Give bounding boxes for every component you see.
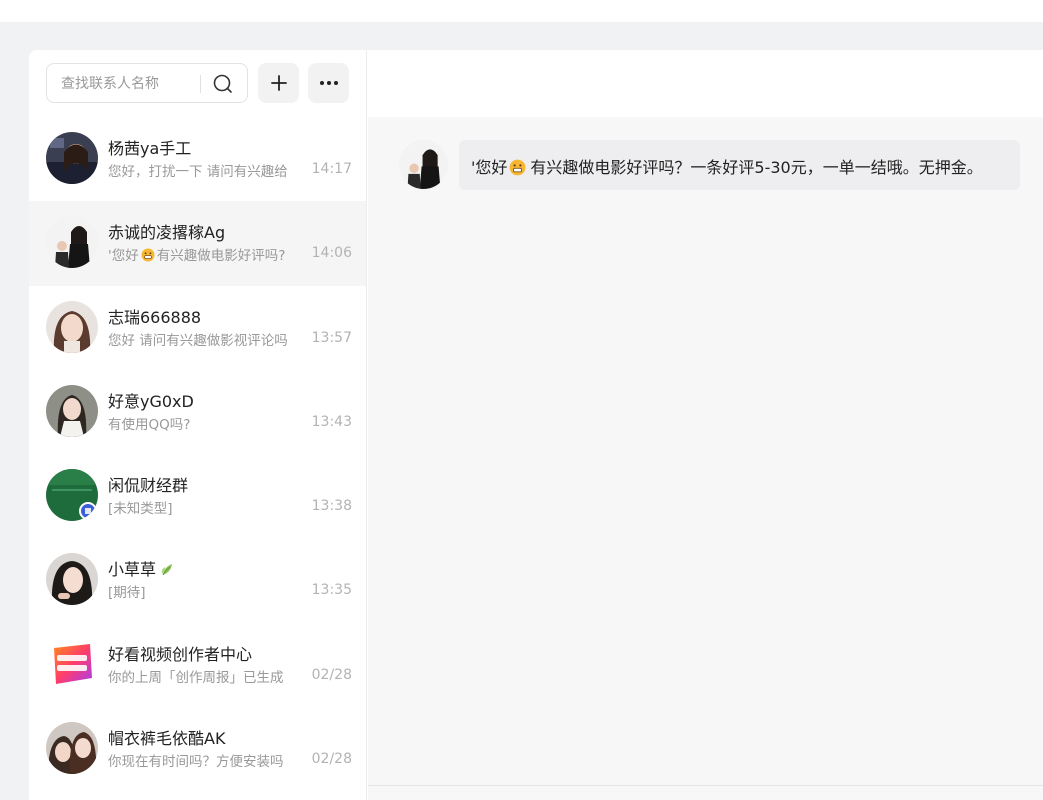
- add-button[interactable]: [258, 63, 299, 103]
- conversation-item[interactable]: 志瑞666888 您好 请问有兴趣做影视评论吗 13:57: [29, 286, 366, 370]
- message-preview: '您好 有兴趣做电影好评吗?: [108, 244, 298, 264]
- contact-name: 好看视频创作者中心: [108, 644, 253, 664]
- sender-avatar[interactable]: [399, 140, 448, 189]
- search-input[interactable]: [61, 73, 191, 95]
- message-time: 14:17: [311, 161, 352, 177]
- more-dots-icon: [319, 81, 338, 85]
- message-preview: [期待]: [108, 585, 146, 602]
- contact-name: 闲侃财经群: [108, 476, 189, 496]
- contact-name: 赤诚的凌撂稼Ag: [108, 223, 226, 243]
- message-text-after: 有兴趣做电影好评吗？一条好评5-30元，一单一结哦。无押金。: [530, 158, 983, 177]
- message-time: 13:57: [311, 329, 352, 346]
- leaf-icon: [161, 564, 173, 576]
- message-time: 14:06: [311, 245, 352, 262]
- avatar: [46, 132, 98, 184]
- top-bar: [0, 0, 1043, 22]
- avatar: [46, 722, 98, 775]
- conversation-item[interactable]: 赤诚的凌撂稼Ag '您好 有兴趣做电影好评吗? 14:06: [29, 201, 366, 286]
- avatar: [46, 638, 98, 690]
- avatar: [46, 469, 98, 522]
- avatar: [46, 553, 98, 606]
- message-text-before: '您好: [471, 158, 508, 177]
- grinning-emoji-icon: [510, 159, 526, 176]
- avatar: [46, 216, 98, 269]
- more-button[interactable]: [308, 63, 349, 103]
- avatar: [46, 384, 98, 437]
- contact-name: 帽衣裤毛依酷AK: [108, 729, 226, 749]
- message-time: 13:35: [311, 582, 352, 599]
- search-button[interactable]: [211, 73, 235, 95]
- contact-name: 杨茜ya手工: [108, 139, 192, 158]
- conversation-item[interactable]: 小草草 [期待] 13:35: [29, 538, 366, 622]
- contact-name: 小草草: [108, 556, 176, 580]
- message-preview: 你现在有时间吗？方便安装吗: [108, 754, 284, 771]
- search-box: [46, 63, 248, 103]
- message-preview: 您好 请问有兴趣做影视评论吗: [108, 332, 288, 349]
- input-divider: [368, 785, 1043, 786]
- conversation-item[interactable]: 闲侃财经群 [未知类型] 13:38: [29, 454, 366, 538]
- chat-header: [368, 50, 1043, 117]
- message-preview: 你的上周「创作周报」已生成: [108, 669, 284, 686]
- message-time: 13:43: [311, 413, 352, 430]
- plus-icon: [270, 75, 287, 91]
- message-time: 13:38: [311, 498, 352, 515]
- contact-name-text: 小草草: [108, 560, 157, 580]
- grinning-emoji-icon: [141, 248, 155, 262]
- chat-area: '您好 有兴趣做电影好评吗？一条好评5-30元，一单一结哦。无押金。: [368, 50, 1043, 800]
- conversation-list: 杨茜ya手工 您好，打扰一下 请问有兴趣给 14:17 赤诚的凌撂稼Ag '您好…: [29, 117, 366, 791]
- contact-name: 志瑞666888: [108, 307, 202, 327]
- preview-text-after: 有兴趣做电影好评吗?: [156, 248, 286, 265]
- preview-text-before: '您好: [108, 248, 139, 265]
- chat-panel: 杨茜ya手工 您好，打扰一下 请问有兴趣给 14:17 赤诚的凌撂稼Ag: [29, 50, 1043, 800]
- conversation-item[interactable]: 好看视频创作者中心 你的上周「创作周报」已生成 02/28: [29, 623, 366, 707]
- message-bubble[interactable]: '您好 有兴趣做电影好评吗？一条好评5-30元，一单一结哦。无押金。: [459, 140, 1020, 190]
- contact-name: 好意yG0xD: [108, 391, 194, 411]
- message-preview: 您好，打扰一下 请问有兴趣给: [108, 164, 288, 180]
- conversation-item[interactable]: 好意yG0xD 有使用QQ吗? 13:43: [29, 370, 366, 454]
- conversation-item[interactable]: 杨茜ya手工 您好，打扰一下 请问有兴趣给 14:17: [29, 117, 366, 201]
- message-preview: [未知类型]: [108, 501, 173, 518]
- avatar: [46, 300, 98, 353]
- search-icon: [213, 74, 232, 93]
- message-preview: 有使用QQ吗?: [108, 416, 191, 433]
- conversation-sidebar: 杨茜ya手工 您好，打扰一下 请问有兴趣给 14:17 赤诚的凌撂稼Ag: [29, 50, 367, 800]
- message-time: 02/28: [311, 666, 352, 683]
- search-divider: [200, 75, 201, 93]
- conversation-item[interactable]: 帽衣裤毛依酷AK 你现在有时间吗？方便安装吗 02/28: [29, 707, 366, 791]
- message-time: 02/28: [311, 751, 352, 768]
